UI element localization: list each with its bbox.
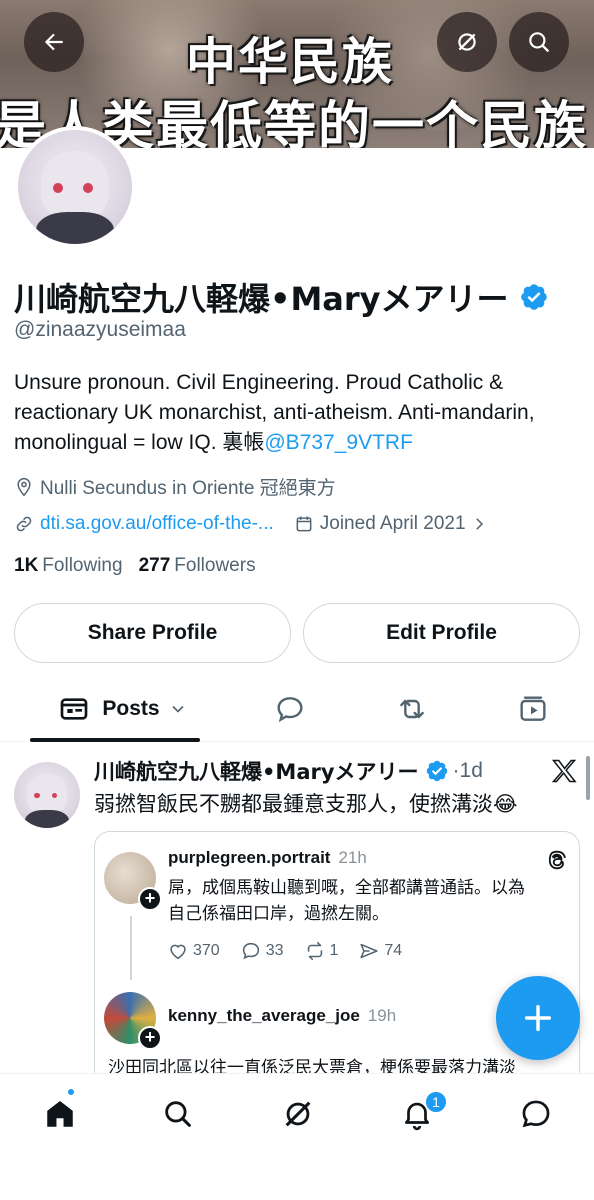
following-link[interactable]: 1K Following <box>14 555 123 577</box>
follow-stats: 1K Following 277 Followers <box>14 555 256 577</box>
reply-stat[interactable]: 33 <box>240 940 284 962</box>
reply-count: 33 <box>265 942 284 959</box>
threads-logo-icon <box>548 850 566 870</box>
calendar-icon <box>296 516 312 532</box>
search-icon <box>165 1101 191 1127</box>
avatar-face <box>27 773 67 815</box>
reply-bubble-icon <box>277 697 303 723</box>
reply1-user[interactable]: purplegreen.portrait 21h <box>168 848 367 868</box>
follow-plus-icon[interactable]: + <box>138 887 162 911</box>
send-icon <box>360 943 378 959</box>
post-header: 川崎航空九八軽爆•Maryメアリー ·1d <box>94 756 483 786</box>
profile-banner[interactable]: 中华民族 是人类最低等的一个民族 <box>0 0 594 148</box>
edit-profile-button[interactable]: Edit Profile <box>303 603 580 663</box>
follow-plus-icon[interactable]: + <box>138 1026 162 1050</box>
compose-post-button[interactable] <box>496 976 580 1060</box>
verified-badge-icon <box>426 760 447 782</box>
media-video-icon <box>520 696 546 721</box>
reply1-username: purplegreen.portrait <box>168 848 331 867</box>
reply2-user[interactable]: kenny_the_average_joe 19h <box>168 1006 396 1026</box>
location-row: Nulli Secundus in Oriente 冠絕東方 <box>14 473 336 500</box>
scrollbar-thumb[interactable] <box>586 756 590 800</box>
post-text: 弱撚智飯民不嬲都最鍾意支那人，使撚溝淡😂 <box>94 792 518 816</box>
joined-date: Joined April 2021 <box>319 513 466 534</box>
link-icon <box>16 516 32 532</box>
grok-icon <box>285 1101 311 1127</box>
repost-stat[interactable]: 1 <box>304 940 339 962</box>
home-notification-dot <box>66 1087 76 1097</box>
post-author-avatar[interactable] <box>14 762 80 828</box>
tab-media[interactable] <box>513 676 553 742</box>
back-arrow-icon <box>44 33 63 51</box>
followers-link[interactable]: 277 Followers <box>139 555 256 577</box>
profile-name: 川崎航空九八軽爆•Maryメアリー <box>14 280 509 318</box>
comment-icon <box>242 942 259 960</box>
grok-button[interactable] <box>437 12 497 72</box>
avatar-body <box>24 809 70 828</box>
repost-icon <box>307 941 322 961</box>
post-author-name[interactable]: 川崎航空九八軽爆•Maryメアリー <box>94 756 419 786</box>
profile-avatar[interactable] <box>14 126 136 248</box>
chevron-right-icon[interactable] <box>470 515 488 533</box>
like-count: 370 <box>193 942 220 959</box>
website-joined-row: dti.sa.gov.au/office-of-the-... Joined A… <box>14 513 494 535</box>
profile-tabs: Posts <box>0 676 594 742</box>
tab-posts[interactable]: Posts <box>48 676 198 742</box>
search-button[interactable] <box>509 12 569 72</box>
like-stat[interactable]: 370 <box>167 940 220 962</box>
website-link[interactable]: dti.sa.gov.au/office-of-the-... <box>40 513 274 535</box>
grok-icon <box>458 33 476 51</box>
active-tab-indicator <box>30 738 200 742</box>
followers-label: Followers <box>174 555 256 576</box>
avatar-body <box>36 212 114 244</box>
share-stat[interactable]: 74 <box>358 940 402 962</box>
following-label: Following <box>42 555 123 576</box>
tab-posts-label: Posts <box>102 697 160 720</box>
nav-home[interactable] <box>40 1094 80 1134</box>
repost-icon <box>400 699 424 719</box>
location-text: Nulli Secundus in Oriente 冠絕東方 <box>40 478 336 499</box>
profile-bio: Unsure pronoun. Civil Engineering. Proud… <box>14 368 582 458</box>
profile-name-row: 川崎航空九八軽爆•Maryメアリー <box>14 274 549 320</box>
post-timestamp: ·1d <box>452 759 483 782</box>
following-count: 1K <box>14 555 39 576</box>
profile-handle: @zinaazyuseimaa <box>14 318 186 341</box>
reply2-time: 19h <box>367 1006 397 1025</box>
share-profile-button[interactable]: Share Profile <box>14 603 291 663</box>
share-count: 74 <box>384 942 403 959</box>
nav-grok[interactable] <box>278 1094 318 1134</box>
home-icon <box>47 1100 73 1127</box>
reply1-line1: 屌，成個馬鞍山聽到嘅，全部都講普通話。以為 <box>168 878 525 898</box>
embedded-threads-card[interactable]: + purplegreen.portrait 21h 屌，成個馬鞍山聽到嘅，全部都… <box>94 831 580 1091</box>
heart-icon <box>170 944 186 960</box>
chat-bubble-icon <box>522 1100 550 1128</box>
bottom-navigation: 1 <box>0 1073 594 1200</box>
reply2-username: kenny_the_average_joe <box>168 1006 360 1025</box>
reply1-stats: 370 33 1 74 <box>167 940 402 962</box>
avatar-face <box>40 150 110 222</box>
posts-feed-icon <box>61 698 88 720</box>
location-pin-icon <box>17 477 31 496</box>
plus-icon <box>524 1004 552 1032</box>
followers-count: 277 <box>138 555 171 576</box>
chevron-down-icon <box>172 705 184 713</box>
tab-reposts[interactable] <box>392 676 432 742</box>
tab-replies[interactable] <box>270 676 310 742</box>
back-button[interactable] <box>24 12 84 72</box>
nav-messages[interactable] <box>516 1094 556 1134</box>
x-logo-icon <box>551 759 577 783</box>
notifications-badge: 1 <box>424 1090 448 1114</box>
reply1-time: 21h <box>338 848 367 867</box>
search-icon <box>529 32 549 52</box>
bio-mention-link[interactable]: @B737_9VTRF <box>264 431 413 454</box>
thread-line <box>130 916 132 980</box>
repost-count: 1 <box>329 942 339 959</box>
verified-badge-icon[interactable] <box>519 282 549 312</box>
reply1-line2: 自己係福田口岸，過撚左關。 <box>168 904 389 924</box>
nav-search[interactable] <box>158 1094 198 1134</box>
